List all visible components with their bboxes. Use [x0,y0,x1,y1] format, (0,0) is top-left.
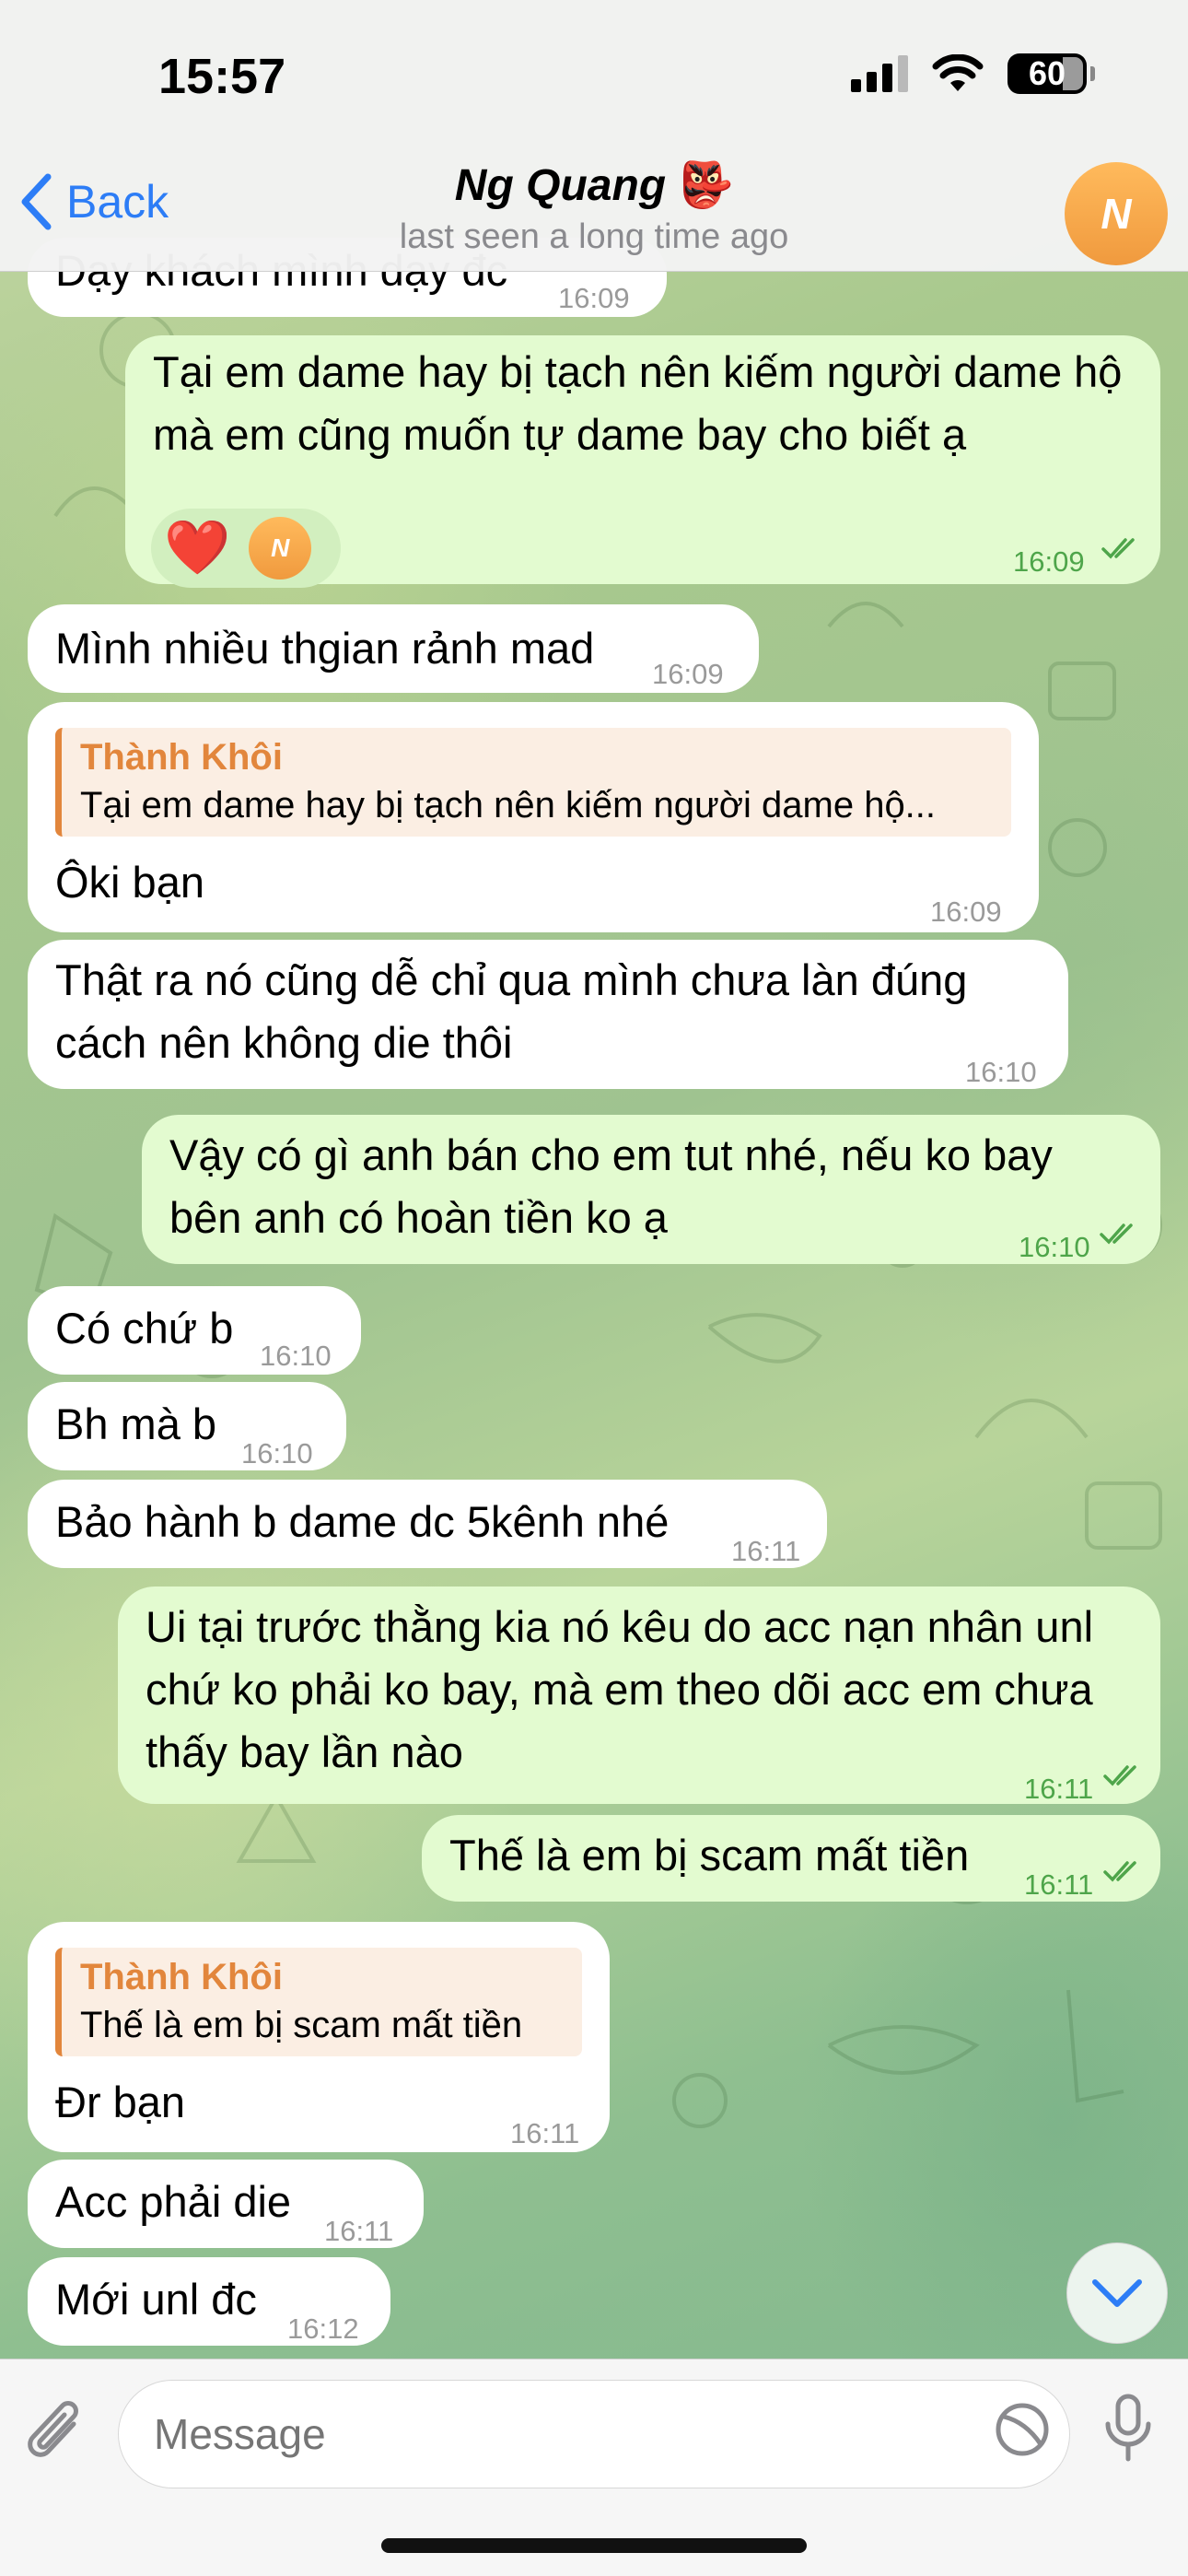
battery-icon: 60 [1007,53,1095,94]
message-bubble-incoming[interactable]: Bảo hành b dame dc 5kênh nhé 16:11 [28,1480,827,1568]
message-time: 16:09 [558,282,630,314]
contact-avatar[interactable]: N [1065,162,1168,265]
reaction-pill[interactable]: ❤️ N [151,509,341,588]
message-text: Mới unl đc [55,2275,257,2324]
home-indicator [381,2538,807,2553]
message-text: Có chứ b [55,1304,234,1352]
message-time: 16:10 [260,1340,332,1372]
message-bubble-incoming[interactable]: Thành Khôi Tại em dame hay bị tạch nên k… [28,702,1039,932]
reply-author: Thành Khôi [80,737,283,778]
scroll-to-bottom-button[interactable] [1066,2242,1168,2344]
wifi-icon [932,54,984,91]
reactor-avatar: N [249,517,312,580]
message-time: 16:09 [1013,545,1085,578]
message-bubble-incoming[interactable]: Mới unl đc 16:12 [28,2257,390,2346]
message-text: Thật ra nó cũng dễ chỉ qua mình chưa làn… [55,955,968,1067]
sticker-icon[interactable] [993,2396,1052,2461]
message-bubble-incoming[interactable]: Có chứ b 16:10 [28,1286,361,1375]
message-time: 16:11 [731,1535,801,1567]
cellular-signal-icon [851,55,908,92]
double-check-icon [1103,1861,1136,1882]
message-input-bar [0,2359,1188,2576]
message-time: 16:09 [652,658,724,690]
message-time: 16:10 [241,1437,313,1469]
reply-quote[interactable]: Thành Khôi Thế là em bị scam mất tiền [55,1948,582,2056]
double-check-icon [1100,1224,1133,1245]
message-time: 16:10 [1019,1231,1090,1263]
message-text: Đr bạn [55,2078,186,2126]
message-time: 16:11 [1024,1868,1094,1901]
message-bubble-outgoing[interactable]: Vậy có gì anh bán cho em tut nhé, nếu ko… [142,1115,1160,1264]
message-text: Mình nhiều thgian rảnh mad [55,624,595,673]
microphone-icon[interactable] [1101,2393,1156,2466]
message-time: 16:10 [965,1056,1037,1088]
status-time: 15:57 [158,49,286,104]
battery-percent: 60 [1028,54,1066,92]
message-bubble-incoming[interactable]: Bh mà b 16:10 [28,1382,346,1470]
paperclip-icon[interactable] [26,2396,90,2470]
top-bar: 15:57 60 Back Ng Quang 👺 last seen a lon… [0,0,1188,272]
contact-emoji: 👺 [678,161,734,210]
message-bubble-incoming[interactable]: Thành Khôi Thế là em bị scam mất tiền Đr… [28,1922,610,2152]
message-time: 16:11 [510,2117,580,2149]
message-text: Acc phải die [55,2177,292,2226]
reply-preview: Thế là em bị scam mất tiền [80,2005,523,2045]
contact-name: Ng Quang [454,161,667,210]
message-text: Ui tại trước thằng kia nó kêu do acc nạn… [146,1602,1094,1776]
reply-preview: Tại em dame hay bị tạch nên kiếm người d… [80,785,937,825]
message-text: Vậy có gì anh bán cho em tut nhé, nếu ko… [169,1130,1053,1242]
reply-author: Thành Khôi [80,1957,283,1997]
message-text: Tại em dame hay bị tạch nên kiếm người d… [153,347,1123,459]
heart-reaction-icon: ❤️ [164,518,231,578]
message-bubble-outgoing[interactable]: Tại em dame hay bị tạch nên kiếm người d… [125,335,1160,588]
message-bubble-incoming[interactable]: Mình nhiều thgian rảnh mad 16:09 [28,604,759,693]
message-text: Ôki bạn [55,858,204,907]
message-time: 16:09 [930,896,1002,928]
message-time: 16:11 [324,2215,394,2247]
message-bubble-incoming[interactable]: Acc phải die 16:11 [28,2160,424,2248]
message-bubble-outgoing[interactable]: Thế là em bị scam mất tiền 16:11 [422,1815,1160,1902]
last-seen-status: last seen a long time ago [399,217,789,256]
reply-quote[interactable]: Thành Khôi Tại em dame hay bị tạch nên k… [55,728,1011,837]
double-check-icon [1103,1765,1136,1786]
message-bubble-outgoing[interactable]: Ui tại trước thằng kia nó kêu do acc nạn… [118,1587,1160,1805]
chevron-down-icon [1092,2279,1142,2307]
status-icons: 60 [851,53,1095,94]
message-text: Thế là em bị scam mất tiền [449,1831,970,1879]
message-input[interactable] [118,2380,1070,2488]
message-text: Bh mà b [55,1399,217,1448]
double-check-icon [1101,538,1135,559]
message-text: Bảo hành b dame dc 5kênh nhé [55,1497,670,1546]
message-time: 16:12 [287,2313,359,2345]
message-bubble-incoming[interactable]: Thật ra nó cũng dễ chỉ qua mình chưa làn… [28,940,1068,1089]
message-time: 16:11 [1024,1773,1094,1805]
chat-title[interactable]: Ng Quang 👺 [0,158,1188,211]
